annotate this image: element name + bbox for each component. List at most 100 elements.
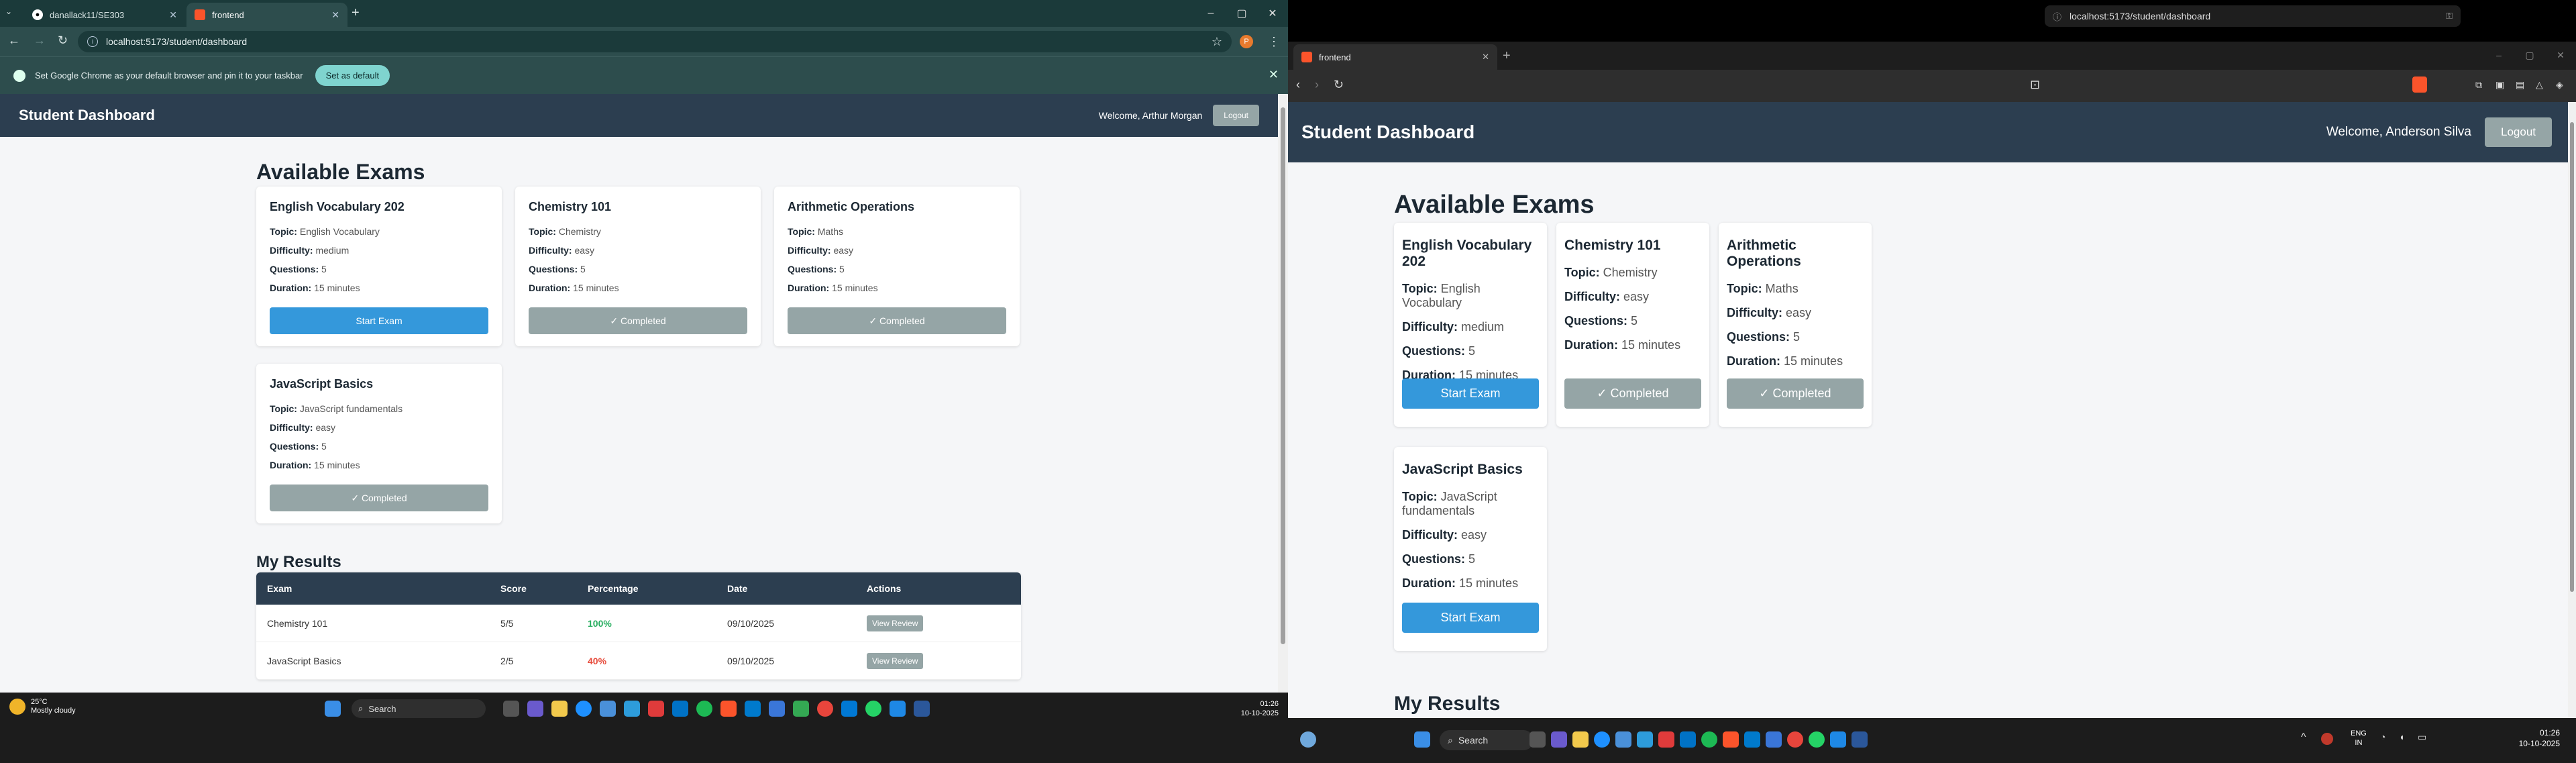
- app-icon[interactable]: [890, 701, 906, 717]
- maximize-icon[interactable]: ▢: [1226, 0, 1257, 27]
- tray-chevron-icon[interactable]: ^: [2301, 731, 2306, 744]
- mcafee-icon[interactable]: [1658, 731, 1674, 748]
- brave-icon[interactable]: [1723, 731, 1739, 748]
- address-bar[interactable]: ⓘ localhost:5173/student/dashboard ⚿: [2045, 5, 2461, 27]
- edge-icon[interactable]: [1594, 731, 1610, 748]
- outlook-icon[interactable]: [672, 701, 688, 717]
- windows-start-icon[interactable]: [1414, 731, 1430, 748]
- settings-icon[interactable]: [624, 701, 640, 717]
- spotify-icon[interactable]: [1701, 731, 1717, 748]
- extensions-icon[interactable]: ⧉: [2475, 79, 2486, 90]
- completed-button[interactable]: ✓ Completed: [1564, 378, 1701, 409]
- minimize-icon[interactable]: –: [1195, 0, 1226, 27]
- settings-icon[interactable]: [1637, 731, 1653, 748]
- close-icon[interactable]: ✕: [169, 9, 177, 21]
- chrome-icon[interactable]: [1787, 731, 1803, 748]
- taskbar-search[interactable]: ⌕ Search: [352, 699, 486, 718]
- file-explorer-icon[interactable]: [551, 701, 568, 717]
- back-icon[interactable]: ←: [8, 34, 20, 48]
- word-icon[interactable]: [914, 701, 930, 717]
- tab-frontend[interactable]: frontend ✕: [186, 3, 347, 27]
- scrollbar-thumb[interactable]: [2570, 122, 2574, 592]
- language-indicator[interactable]: ENG IN: [2351, 729, 2367, 748]
- whatsapp-icon[interactable]: [1809, 731, 1825, 748]
- tab-github[interactable]: ● danallack11/SE303 ✕: [24, 3, 185, 27]
- store-icon[interactable]: [1615, 731, 1631, 748]
- whatsapp-icon[interactable]: [865, 701, 881, 717]
- copilot-icon[interactable]: [527, 701, 543, 717]
- taskbar-search[interactable]: ⌕ Search: [1440, 730, 1534, 750]
- volume-icon[interactable]: ◖: [2399, 731, 2404, 742]
- excel-icon[interactable]: [793, 701, 809, 717]
- forward-icon[interactable]: ›: [1315, 78, 1319, 92]
- sidebar-icon[interactable]: ▣: [2496, 79, 2506, 90]
- view-review-button[interactable]: View Review: [867, 615, 924, 631]
- site-info-icon[interactable]: i: [87, 36, 98, 47]
- close-icon[interactable]: ✕: [331, 9, 339, 21]
- menu-kebab-icon[interactable]: ⋮: [1268, 35, 1280, 49]
- vpn-icon[interactable]: ◈: [2556, 79, 2567, 90]
- close-window-icon[interactable]: ✕: [2545, 42, 2576, 68]
- scrollbar-thumb[interactable]: [1281, 107, 1285, 644]
- close-icon[interactable]: ✕: [1482, 52, 1489, 62]
- system-clock[interactable]: 01:26 10-10-2025: [1241, 699, 1279, 718]
- app-icon[interactable]: [1830, 731, 1846, 748]
- word-icon[interactable]: [1851, 731, 1868, 748]
- completed-button[interactable]: ✓ Completed: [788, 307, 1006, 334]
- battery-icon[interactable]: ▭: [2418, 731, 2426, 743]
- task-view-icon[interactable]: [503, 701, 519, 717]
- close-icon[interactable]: ✕: [1269, 68, 1279, 82]
- vscode-icon[interactable]: [745, 701, 761, 717]
- set-default-button[interactable]: Set as default: [315, 65, 390, 86]
- view-review-button[interactable]: View Review: [867, 652, 924, 669]
- minimize-icon[interactable]: –: [2483, 42, 2514, 68]
- copilot-icon[interactable]: [1551, 731, 1567, 748]
- profile-avatar[interactable]: P: [1240, 35, 1253, 48]
- chrome-icon[interactable]: [817, 701, 833, 717]
- outlook-icon[interactable]: [1680, 731, 1696, 748]
- mcafee-icon[interactable]: [648, 701, 664, 717]
- tab-search-icon[interactable]: ⌄: [5, 7, 19, 20]
- logout-button[interactable]: Logout: [1213, 105, 1259, 126]
- start-exam-button[interactable]: Start Exam: [1402, 378, 1539, 409]
- key-icon[interactable]: ⚿: [2446, 11, 2453, 21]
- brave-icon[interactable]: [720, 701, 737, 717]
- notepad-icon[interactable]: [769, 701, 785, 717]
- system-clock[interactable]: 01:26 10-10-2025: [2519, 727, 2560, 749]
- brave-shields-icon[interactable]: [2412, 77, 2427, 93]
- start-exam-button[interactable]: Start Exam: [1402, 603, 1539, 633]
- rewards-icon[interactable]: △: [2536, 79, 2546, 90]
- page-scrollbar[interactable]: [1278, 94, 1288, 693]
- maximize-icon[interactable]: ▢: [2514, 42, 2545, 68]
- store-icon[interactable]: [600, 701, 616, 717]
- edge-icon[interactable]: [576, 701, 592, 717]
- vscode-icon[interactable]: [1744, 731, 1760, 748]
- tray-app-icon[interactable]: [2321, 733, 2333, 745]
- bookmark-icon[interactable]: ⊡: [2030, 78, 2040, 92]
- reload-icon[interactable]: ↻: [58, 34, 68, 48]
- bookmark-star-icon[interactable]: ☆: [1212, 35, 1222, 49]
- back-icon[interactable]: ‹: [1296, 78, 1300, 92]
- windows-start-icon[interactable]: [325, 701, 341, 717]
- forward-icon[interactable]: →: [34, 34, 46, 48]
- wifi-icon[interactable]: ◔: [2380, 731, 2385, 742]
- weather-widget[interactable]: 25°C Mostly cloudy: [9, 698, 76, 715]
- new-tab-icon[interactable]: +: [1503, 48, 1511, 64]
- notepad-icon[interactable]: [1766, 731, 1782, 748]
- terminal-icon[interactable]: [841, 701, 857, 717]
- address-bar[interactable]: i localhost:5173/student/dashboard ☆: [78, 31, 1232, 52]
- file-explorer-icon[interactable]: [1572, 731, 1589, 748]
- completed-button[interactable]: ✓ Completed: [270, 485, 488, 511]
- start-exam-button[interactable]: Start Exam: [270, 307, 488, 334]
- tab-frontend[interactable]: frontend ✕: [1293, 44, 1497, 70]
- new-tab-icon[interactable]: +: [352, 5, 360, 21]
- weather-icon[interactable]: [1300, 731, 1316, 748]
- reload-icon[interactable]: ↻: [1334, 78, 1344, 92]
- completed-button[interactable]: ✓ Completed: [1727, 378, 1864, 409]
- completed-button[interactable]: ✓ Completed: [529, 307, 747, 334]
- wallet-icon[interactable]: ▤: [2516, 79, 2526, 90]
- logout-button[interactable]: Logout: [2485, 117, 2552, 147]
- page-scrollbar[interactable]: [2568, 102, 2576, 718]
- site-info-icon[interactable]: ⓘ: [2053, 10, 2061, 23]
- close-window-icon[interactable]: ✕: [1257, 0, 1288, 27]
